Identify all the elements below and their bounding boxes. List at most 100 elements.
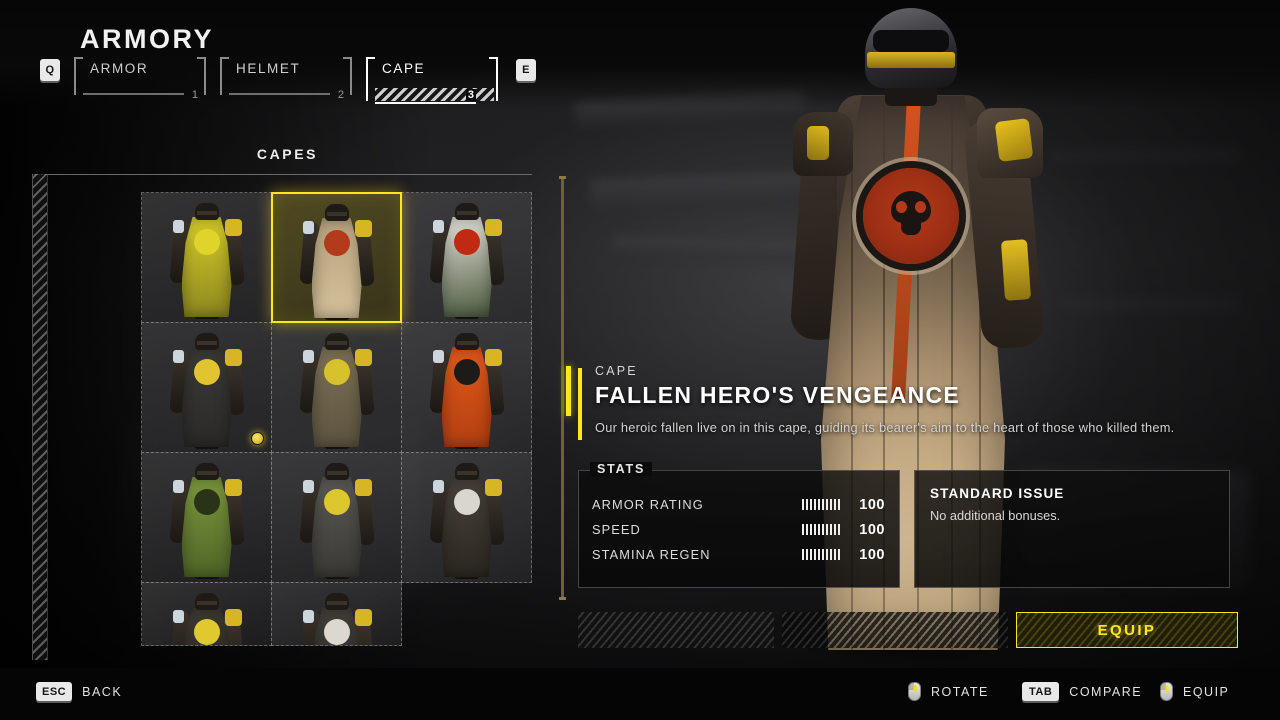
- grid-item-cape-8[interactable]: [271, 452, 402, 583]
- new-item-badge: [251, 432, 264, 445]
- hint-label: BACK: [82, 684, 123, 699]
- stat-row: SPEED 100: [592, 517, 885, 542]
- item-thumbnail: [164, 593, 250, 645]
- grid-item-cape-6[interactable]: [401, 322, 532, 453]
- page-title: ARMORY: [80, 24, 214, 54]
- perk-description: No additional bonuses.: [930, 508, 1061, 523]
- stat-value: 100: [859, 496, 885, 513]
- footer-hints: ESC BACK ROTATE TAB COMPARE EQUIP: [0, 668, 1280, 720]
- category-tabs: Q ARMOR 1 HELMET 2 CAPE 3 E: [40, 57, 536, 104]
- hint-compare[interactable]: TAB COMPARE: [1022, 682, 1142, 701]
- tab-label: ARMOR: [90, 61, 149, 76]
- tab-bracket-left: [74, 57, 83, 95]
- tab-underline: [229, 93, 330, 95]
- action-filler-left: [578, 612, 775, 648]
- cape-skull-emblem: [863, 168, 959, 264]
- mouse-icon: [1160, 682, 1173, 701]
- stat-bar: [801, 499, 840, 510]
- tab-bracket-left: [220, 57, 229, 95]
- mouse-icon: [908, 682, 921, 701]
- grid-edge-hatch: [32, 174, 48, 660]
- next-tab-key[interactable]: E: [516, 59, 536, 81]
- tab-underline: [83, 93, 184, 95]
- scrollbar-cap-top: [559, 176, 566, 179]
- tab-number: 2: [337, 89, 344, 101]
- perk-title: STANDARD ISSUE: [930, 486, 1065, 501]
- grid-item-cape-11[interactable]: [271, 582, 402, 646]
- item-thumbnail: [294, 333, 380, 449]
- detail-accent-bar: [578, 368, 582, 440]
- character-armor-accent-arm: [1000, 239, 1032, 301]
- skull-icon: [889, 191, 933, 237]
- stat-row: ARMOR RATING 100: [592, 492, 885, 517]
- grid-scrollbar-thumb[interactable]: [566, 366, 571, 416]
- item-thumbnail: [164, 203, 250, 319]
- detail-item-description: Our heroic fallen live on in this cape, …: [595, 420, 1175, 435]
- character-armor-accent-left: [807, 126, 829, 160]
- grid-top-divider: [32, 174, 532, 175]
- item-thumbnail: [294, 593, 380, 645]
- hint-rotate[interactable]: ROTATE: [908, 682, 989, 701]
- tab-number: 1: [191, 89, 198, 101]
- character-armor-accent-right: [994, 118, 1034, 162]
- stat-value: 100: [859, 546, 885, 563]
- action-filler-mid: [782, 612, 1008, 648]
- hint-label: EQUIP: [1183, 684, 1230, 699]
- stats-panel: STATS ARMOR RATING 100 SPEED 100 STAMINA REG…: [578, 462, 900, 588]
- stat-label: STAMINA REGEN: [592, 547, 711, 562]
- tab-bracket-right: [343, 57, 352, 95]
- stat-label: SPEED: [592, 522, 641, 537]
- tab-bracket-right: [197, 57, 206, 95]
- detail-item-kind: CAPE: [595, 364, 638, 378]
- grid-item-cape-10[interactable]: [141, 582, 272, 646]
- item-thumbnail: [164, 463, 250, 579]
- tab-cape[interactable]: CAPE 3: [366, 57, 498, 104]
- item-detail: CAPE FALLEN HERO'S VENGEANCE Our heroic …: [578, 364, 1238, 440]
- perk-panel: STANDARD ISSUE No additional bonuses.: [914, 470, 1230, 588]
- tab-bracket-left: [366, 57, 375, 101]
- key-badge[interactable]: ESC: [36, 682, 73, 701]
- tab-number: 3: [465, 89, 476, 101]
- item-grid: [141, 192, 538, 646]
- detail-item-name: FALLEN HERO'S VENGEANCE: [595, 382, 961, 408]
- equip-button[interactable]: EQUIP: [1016, 612, 1238, 648]
- stat-row: STAMINA REGEN 100: [592, 542, 885, 567]
- grid-item-cape-9[interactable]: [401, 452, 532, 583]
- grid-item-cape-7[interactable]: [141, 452, 272, 583]
- stat-bar: [801, 524, 840, 535]
- grid-item-cape-2[interactable]: [271, 192, 402, 323]
- grid-title: CAPES: [256, 146, 319, 162]
- item-thumbnail: [424, 333, 510, 449]
- tab-label: CAPE: [382, 61, 426, 76]
- stats-and-perk: STATS ARMOR RATING 100 SPEED 100 STAMINA REG…: [578, 462, 1230, 588]
- tab-helmet[interactable]: HELMET 2: [220, 57, 352, 101]
- action-row: EQUIP: [578, 612, 1238, 648]
- item-thumbnail: [164, 333, 250, 449]
- item-thumbnail: [294, 204, 380, 320]
- stats-legend: STATS: [590, 462, 653, 476]
- item-thumbnail: [424, 463, 510, 579]
- grid-item-cape-1[interactable]: [141, 192, 272, 323]
- hint-equip[interactable]: EQUIP: [1160, 682, 1229, 701]
- hint-back[interactable]: ESC BACK: [36, 682, 122, 701]
- header: ARMORY Q ARMOR 1 HELMET 2 CAPE 3 E: [0, 0, 1280, 110]
- hint-label: COMPARE: [1069, 684, 1143, 699]
- tab-active-base: [375, 101, 476, 104]
- grid-item-cape-5[interactable]: [271, 322, 402, 453]
- scrollbar-cap-bottom: [559, 597, 566, 600]
- grid-scrollbar-track[interactable]: [559, 176, 566, 600]
- grid-item-cape-3[interactable]: [401, 192, 532, 323]
- item-thumbnail: [424, 203, 510, 319]
- item-grid-panel: [32, 174, 532, 660]
- grid-item-cape-4[interactable]: [141, 322, 272, 453]
- prev-tab-key[interactable]: Q: [40, 59, 60, 81]
- stat-label: ARMOR RATING: [592, 497, 704, 512]
- tab-label: HELMET: [236, 61, 301, 76]
- item-thumbnail: [294, 463, 380, 579]
- key-badge[interactable]: TAB: [1022, 682, 1060, 701]
- tab-armor[interactable]: ARMOR 1: [74, 57, 206, 101]
- stat-value: 100: [859, 521, 885, 538]
- tab-underline: [375, 88, 494, 101]
- hint-label: ROTATE: [931, 684, 989, 699]
- stat-bar: [801, 549, 840, 560]
